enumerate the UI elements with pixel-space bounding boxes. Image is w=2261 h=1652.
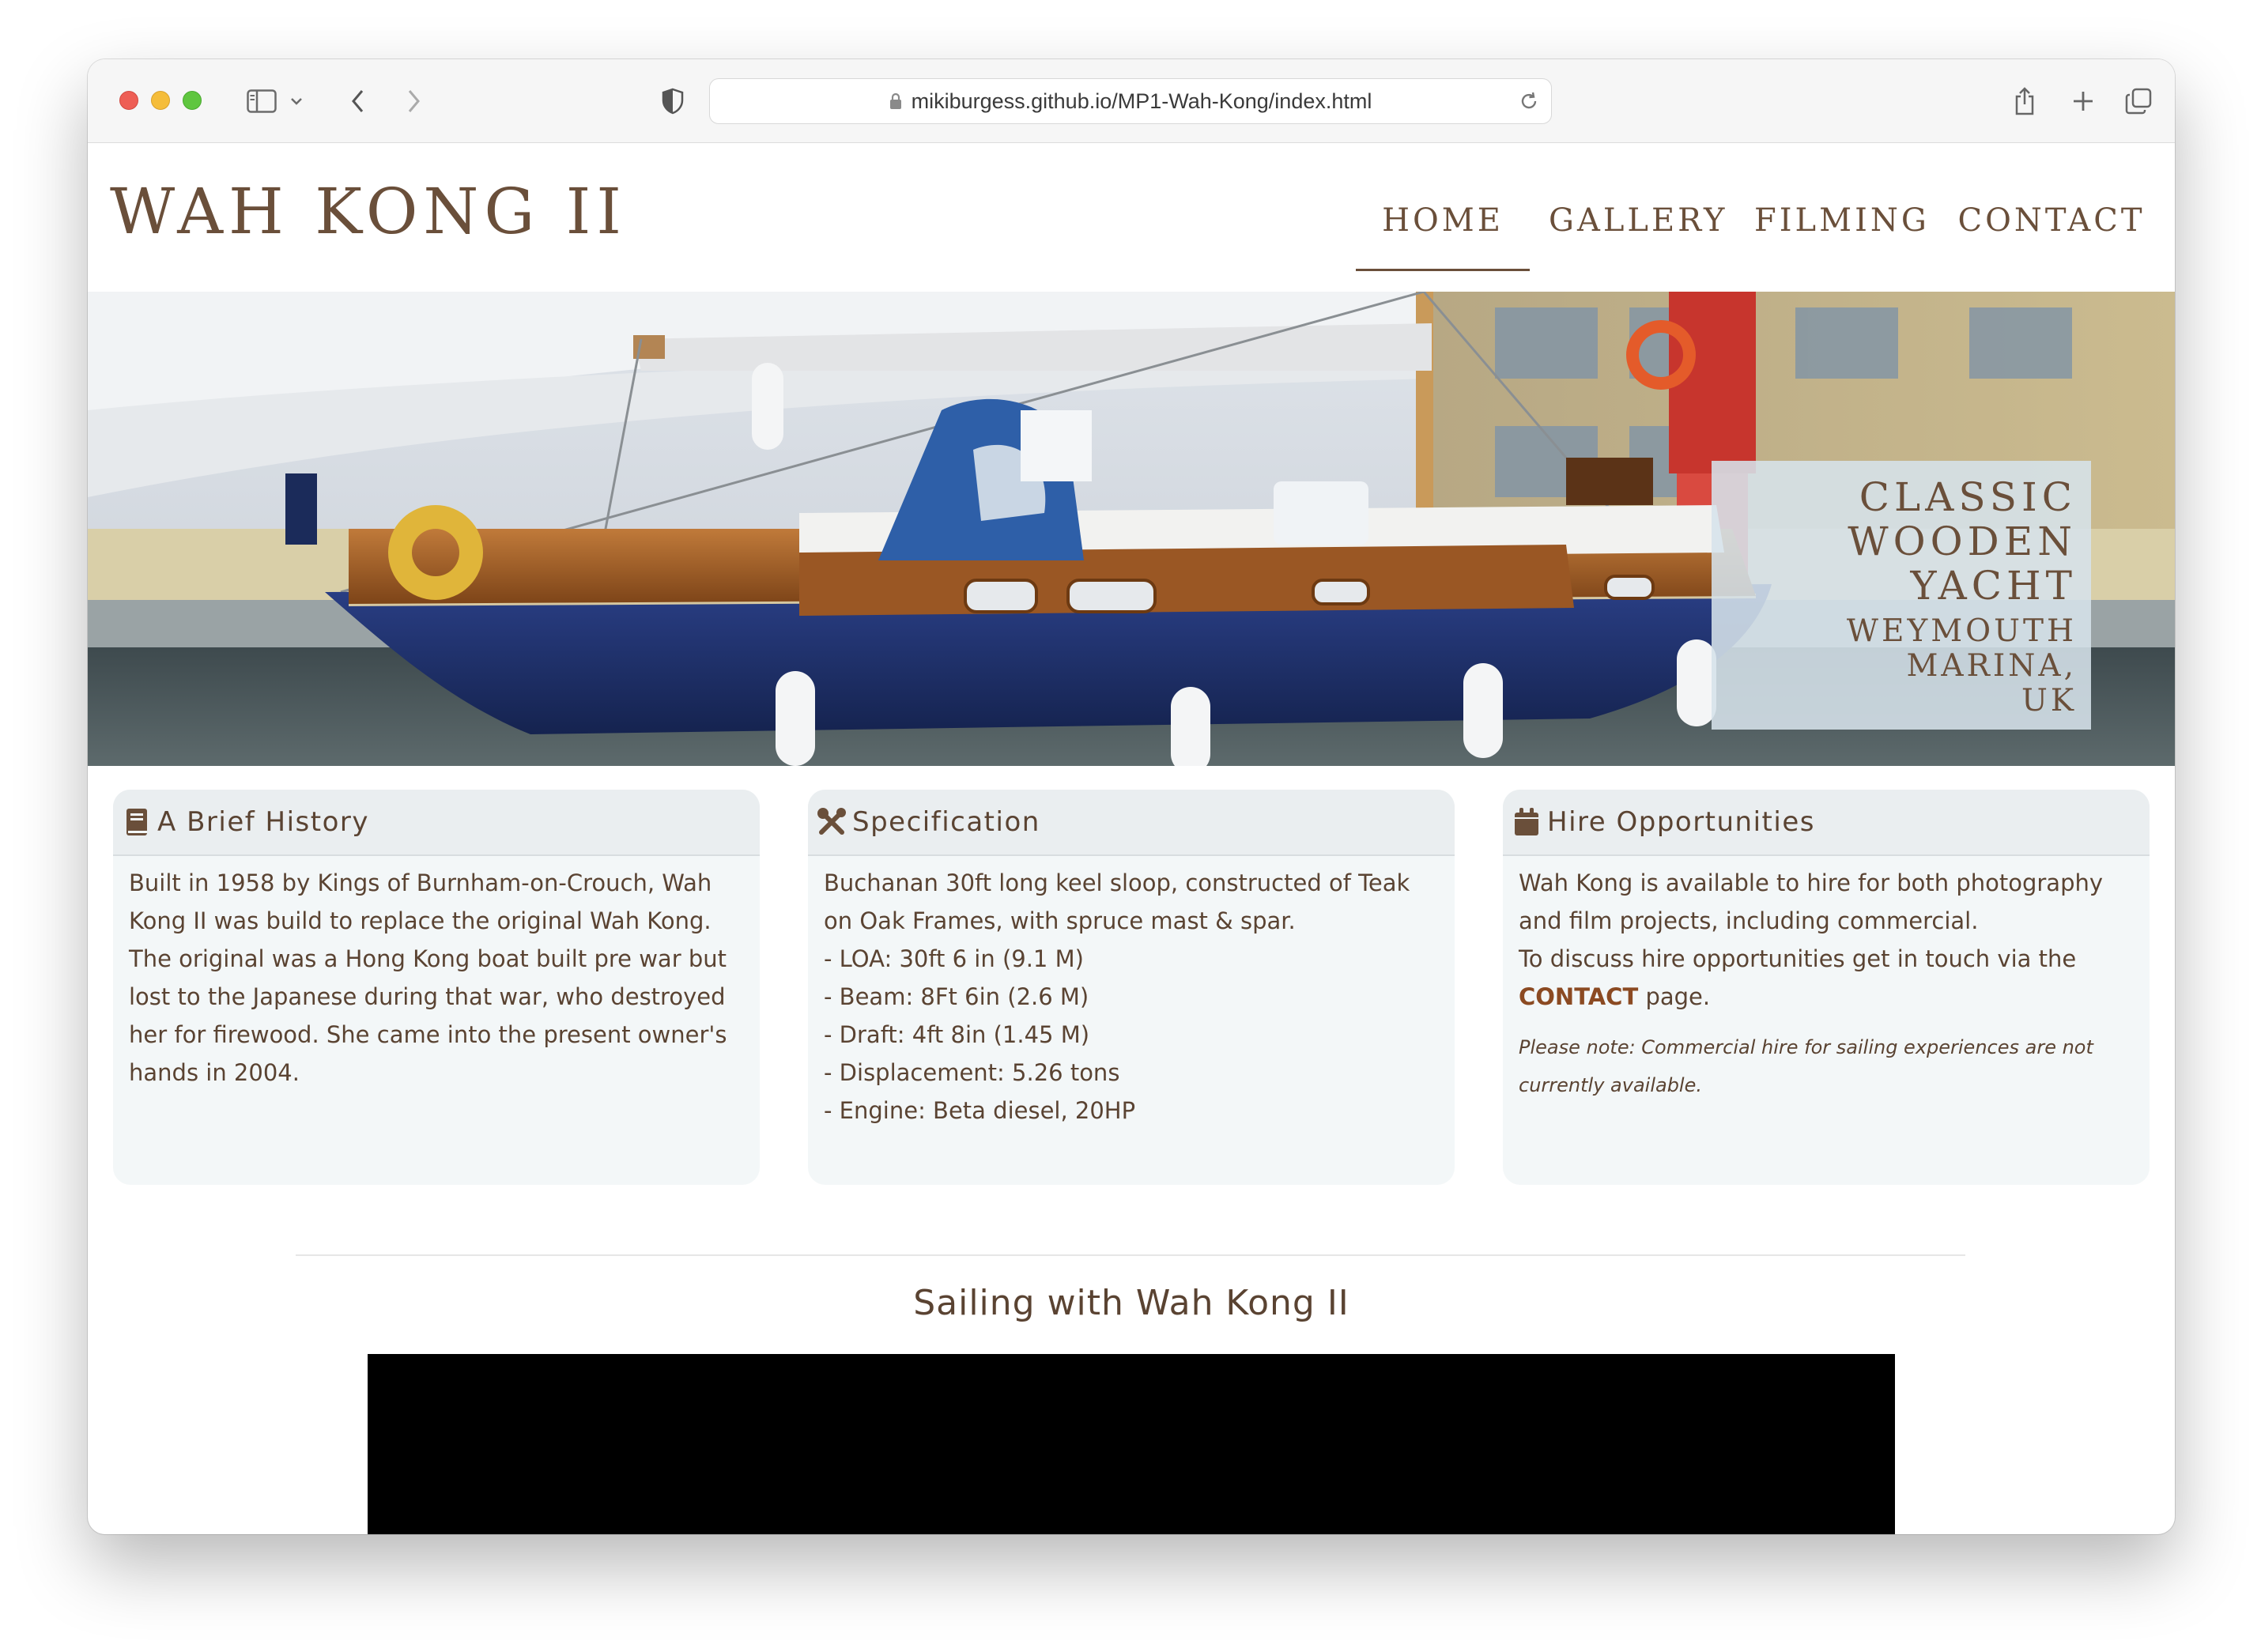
hero-title-line-3: YACHT [1910, 563, 2077, 609]
spec-line: - Beam: 8Ft 6in (2.6 M) [824, 983, 1089, 1010]
hire-line: and film projects, including commercial. [1519, 907, 1979, 934]
hero-title-line-1: CLASSIC [1859, 474, 2077, 520]
spec-line: - Engine: Beta diesel, 20HP [824, 1097, 1136, 1124]
hire-card-header: Hire Opportunities [1503, 790, 2150, 856]
hero-title-line-2: WOODEN [1848, 519, 2077, 564]
history-line: lost to the Japanese during that war, wh… [129, 983, 726, 1010]
minimize-window-button[interactable] [151, 91, 170, 110]
reload-icon[interactable] [1518, 90, 1540, 112]
main-nav: HOME GALLERY FILMING CONTACT [88, 189, 2175, 271]
close-window-button[interactable] [119, 91, 138, 110]
history-card-header: A Brief History [113, 790, 760, 856]
nav-contact[interactable]: CONTACT [1957, 189, 2146, 252]
url-text: mikiburgess.github.io/MP1-Wah-Kong/index… [911, 89, 1372, 113]
tab-overview-icon[interactable] [2123, 83, 2154, 119]
lock-icon [889, 92, 902, 110]
browser-toolbar: mikiburgess.github.io/MP1-Wah-Kong/index… [88, 59, 2175, 143]
back-arrow-icon[interactable] [342, 83, 374, 119]
calendar-icon [1511, 806, 1542, 838]
hire-card-body: Wah Kong is available to hire for both p… [1503, 856, 2150, 1104]
nav-gallery[interactable]: GALLERY [1549, 189, 1726, 252]
privacy-shield-icon[interactable] [657, 83, 689, 119]
history-card-body: Built in 1958 by Kings of Burnham-on-Cro… [113, 856, 760, 1092]
spec-line: Buchanan 30ft long keel sloop, construct… [824, 869, 1410, 896]
hire-card: Hire Opportunities Wah Kong is available… [1503, 790, 2150, 1185]
history-card-title: A Brief History [157, 806, 369, 838]
browser-window: mikiburgess.github.io/MP1-Wah-Kong/index… [88, 59, 2175, 1534]
history-line: The original was a Hong Kong boat built … [129, 945, 727, 972]
spec-line: - LOA: 30ft 6 in (9.1 M) [824, 945, 1084, 972]
spec-line: - Displacement: 5.26 tons [824, 1059, 1120, 1086]
history-card: A Brief History Built in 1958 by Kings o… [113, 790, 760, 1185]
hire-card-title: Hire Opportunities [1547, 806, 1815, 838]
hero-banner: CLASSIC WOODEN YACHT WEYMOUTH MARINA, UK [88, 292, 2175, 766]
spec-line: - Draft: 4ft 8in (1.45 M) [824, 1021, 1090, 1048]
specification-card-header: Specification [808, 790, 1455, 856]
specification-card: Specification Buchanan 30ft long keel sl… [808, 790, 1455, 1185]
new-tab-plus-icon[interactable] [2067, 83, 2099, 119]
video-player[interactable] [368, 1354, 1895, 1534]
chevron-down-icon[interactable] [287, 83, 306, 119]
nav-home[interactable]: HOME [1356, 189, 1530, 271]
share-icon[interactable] [2009, 83, 2040, 119]
video-section-title: Sailing with Wah Kong II [913, 1283, 1349, 1323]
hire-line: To discuss hire opportunities get in tou… [1519, 945, 2077, 972]
hire-note: Please note: Commercial hire for sailing… [1519, 1028, 2134, 1104]
hire-line: CONTACT page. [1519, 978, 2134, 1016]
history-line: hands in 2004. [129, 1059, 300, 1086]
history-line: Built in 1958 by Kings of Burnham-on-Cro… [129, 869, 712, 896]
hero-subtitle-line-1: WEYMOUTH MARINA, [1846, 613, 2077, 684]
address-bar[interactable]: mikiburgess.github.io/MP1-Wah-Kong/index… [709, 78, 1552, 124]
forward-arrow-icon[interactable] [398, 83, 429, 119]
specification-card-title: Specification [852, 806, 1040, 838]
specification-card-body: Buchanan 30ft long keel sloop, construct… [808, 856, 1455, 1130]
hire-line: Wah Kong is available to hire for both p… [1519, 869, 2104, 896]
history-line: Kong II was build to replace the origina… [129, 907, 712, 934]
sidebar-toggle-icon[interactable] [243, 83, 281, 119]
tools-icon [816, 806, 847, 838]
hire-note-line: currently available. [1519, 1074, 1702, 1096]
hire-note-line: Please note: Commercial hire for sailing… [1519, 1036, 2093, 1058]
contact-page-link[interactable]: CONTACT [1519, 983, 1638, 1010]
history-line: her for firewood. She came into the pres… [129, 1021, 727, 1048]
spec-line: on Oak Frames, with spruce mast & spar. [824, 907, 1296, 934]
hire-line-suffix: page. [1638, 983, 1711, 1010]
section-divider [296, 1254, 1965, 1256]
nav-filming[interactable]: FILMING [1754, 189, 1928, 252]
hero-subtitle-line-2: UK [2021, 683, 2077, 719]
zoom-window-button[interactable] [183, 91, 202, 110]
hero-caption: CLASSIC WOODEN YACHT WEYMOUTH MARINA, UK [1712, 461, 2091, 730]
book-icon [121, 806, 153, 838]
